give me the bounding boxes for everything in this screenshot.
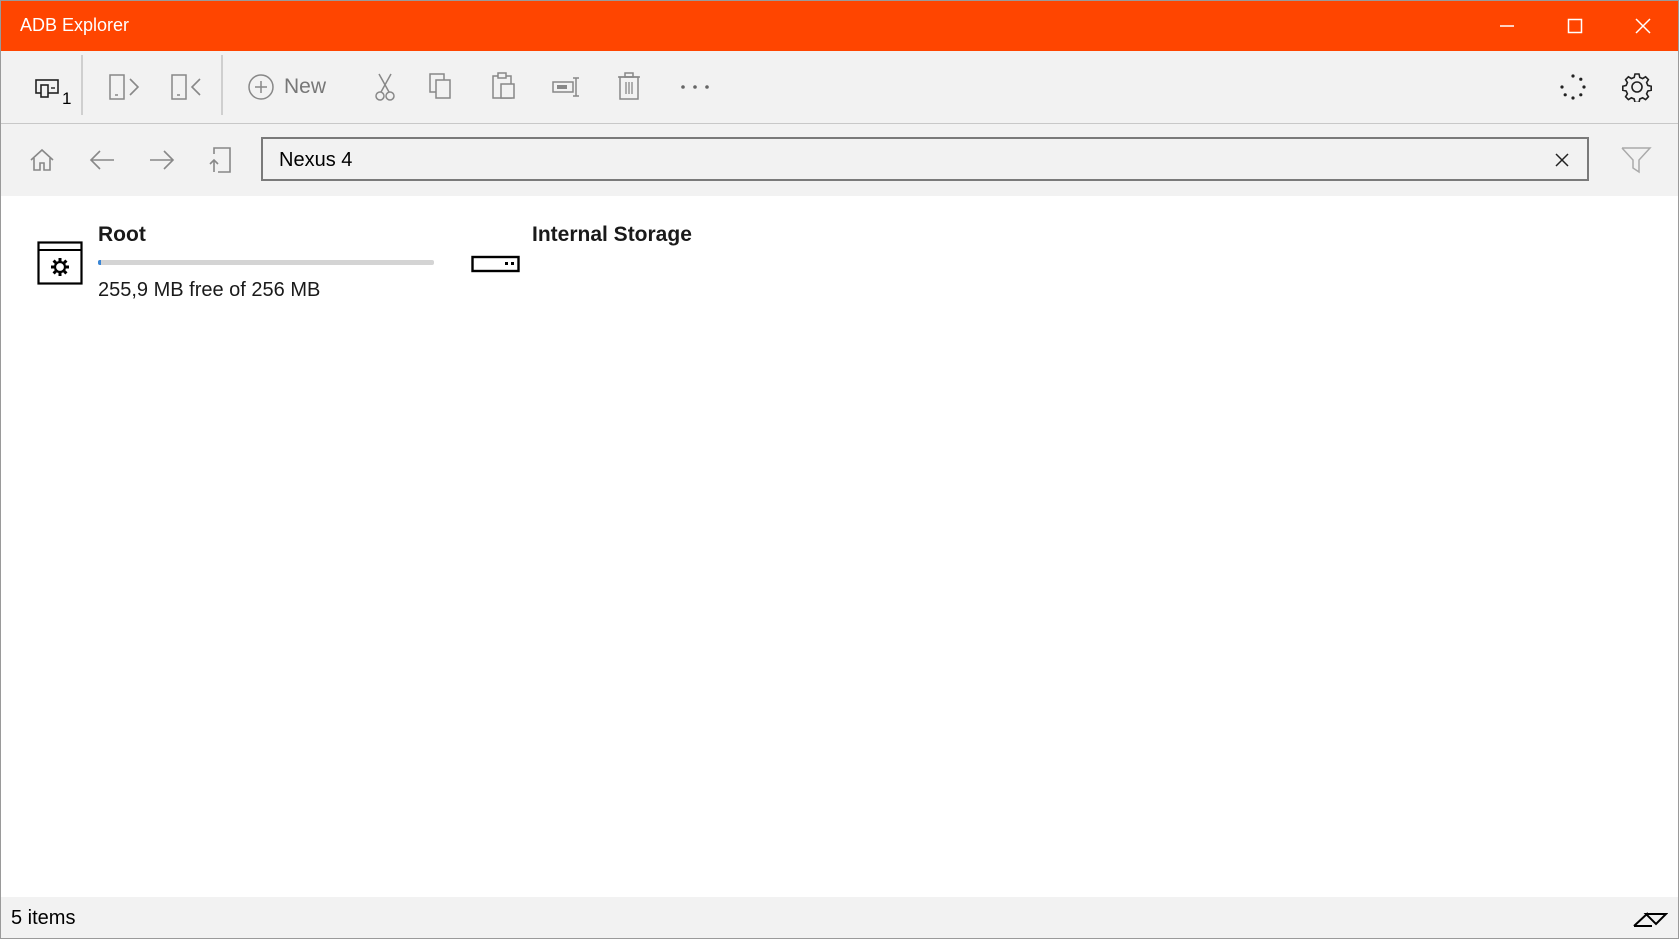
settings-button[interactable] (1613, 63, 1661, 111)
up-button[interactable] (198, 136, 246, 184)
drive-name: Root (98, 223, 146, 246)
new-label: New (284, 75, 327, 98)
devices-button[interactable]: 1 (21, 63, 77, 111)
minimize-icon (1500, 25, 1514, 27)
copy-icon (429, 73, 451, 99)
forward-icon (150, 150, 175, 170)
navigation-bar: Nexus 4 (1, 124, 1678, 196)
home-icon (30, 148, 54, 171)
command-bar: 1 New (1, 51, 1678, 124)
pull-button[interactable] (159, 63, 211, 111)
filter-icon (1621, 147, 1652, 174)
forward-button[interactable] (138, 136, 186, 184)
item-count: 5 items (11, 907, 76, 929)
cut-icon (375, 73, 395, 101)
expand-status-button[interactable] (1632, 907, 1669, 934)
address-bar[interactable]: Nexus 4 (261, 137, 1589, 181)
address-value: Nexus 4 (279, 149, 353, 171)
clear-icon (1555, 153, 1569, 167)
maximize-button[interactable] (1541, 1, 1609, 51)
copy-button[interactable] (417, 63, 465, 111)
paste-icon (492, 72, 515, 99)
filter-button[interactable] (1612, 136, 1660, 184)
new-icon (248, 74, 274, 100)
push-button[interactable] (97, 63, 149, 111)
internal-storage-icon (471, 255, 520, 273)
close-window-button[interactable] (1609, 1, 1677, 51)
rename-icon (552, 77, 579, 97)
cut-button[interactable] (361, 63, 409, 111)
new-button[interactable]: New (247, 63, 339, 111)
drive-free-space: 255,9 MB free of 256 MB (98, 279, 321, 301)
close-icon (1635, 18, 1651, 34)
separator (221, 55, 223, 115)
delete-icon (618, 72, 640, 100)
usage-fill (98, 260, 101, 265)
device-count: 1 (62, 89, 72, 108)
status-bar: 5 items (1, 897, 1678, 938)
app-window: ADB Explorer 1 New Nexus 4 Root 255,9 MB… (0, 0, 1679, 939)
title-bar[interactable]: ADB Explorer (1, 1, 1678, 51)
root-drive-icon (37, 241, 83, 285)
drive-root[interactable]: Root 255,9 MB free of 256 MB (37, 223, 437, 315)
devices-icon (35, 79, 59, 98)
app-title: ADB Explorer (20, 15, 130, 35)
more-icon (681, 85, 709, 89)
drive-name: Internal Storage (532, 223, 692, 246)
pull-from-device-icon (171, 74, 201, 100)
rename-button[interactable] (543, 63, 591, 111)
more-button[interactable] (669, 63, 721, 111)
usage-bar (98, 260, 434, 265)
back-button[interactable] (78, 136, 126, 184)
expand-collapse-icon (1633, 912, 1669, 927)
clear-address-button[interactable] (1547, 145, 1577, 175)
paste-button[interactable] (480, 63, 528, 111)
push-to-device-icon (109, 74, 140, 100)
progress-icon (1560, 74, 1586, 100)
separator (81, 55, 83, 115)
progress-button[interactable] (1549, 63, 1597, 111)
up-icon (209, 147, 231, 173)
settings-icon (1622, 73, 1652, 102)
minimize-button[interactable] (1473, 1, 1541, 51)
home-button[interactable] (18, 136, 66, 184)
maximize-icon (1567, 18, 1583, 34)
back-icon (89, 150, 114, 170)
delete-button[interactable] (605, 63, 653, 111)
drive-internal-storage[interactable]: Internal Storage (471, 223, 771, 315)
